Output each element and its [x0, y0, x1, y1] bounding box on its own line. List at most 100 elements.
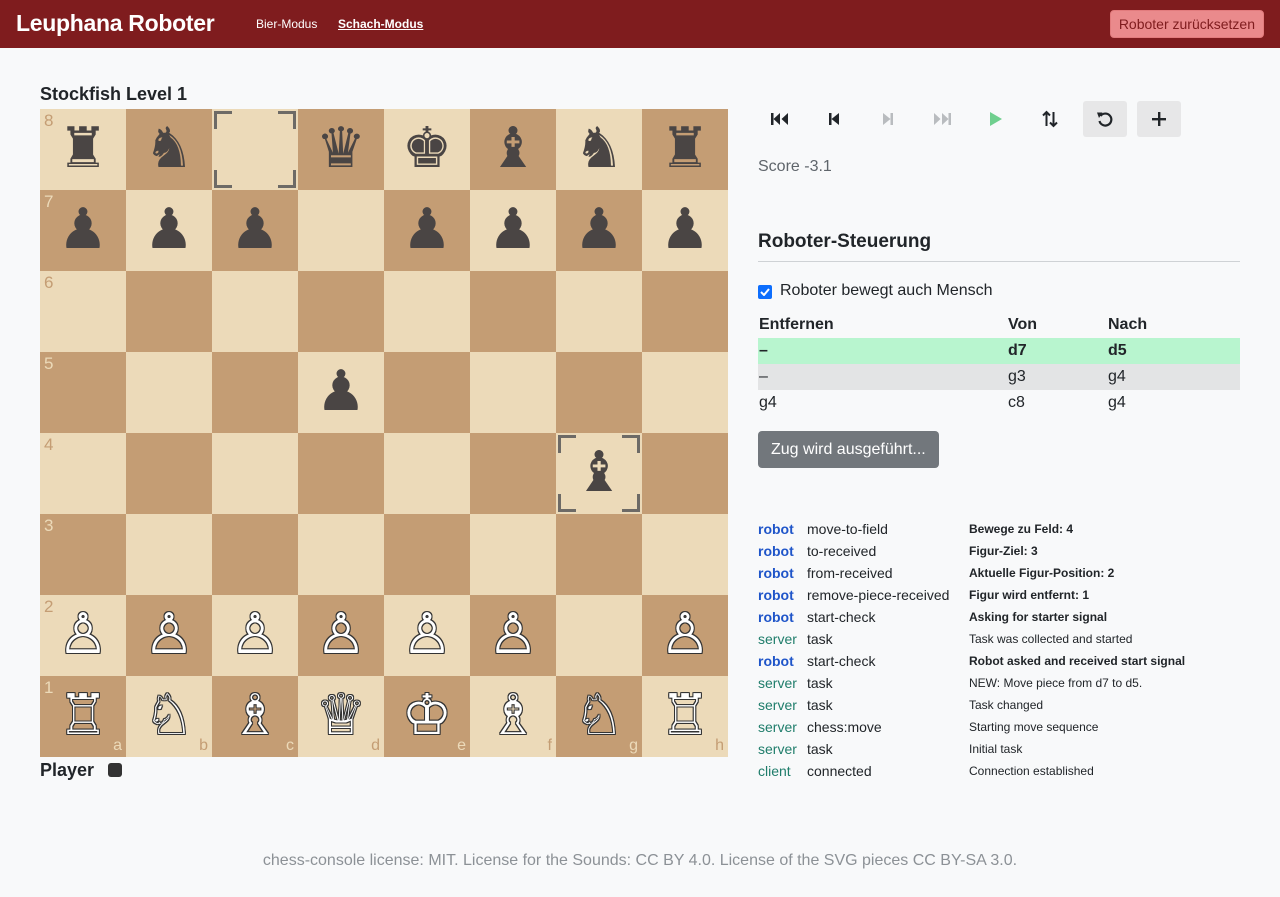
- square-e6[interactable]: [384, 271, 470, 352]
- square-a2[interactable]: 2 ♙: [40, 595, 126, 676]
- square-c7[interactable]: ♟: [212, 190, 298, 271]
- square-e1[interactable]: e ♔: [384, 676, 470, 757]
- reset-robot-button[interactable]: Roboter zurücksetzen: [1109, 10, 1264, 38]
- first-move-button[interactable]: [758, 101, 802, 137]
- white-knight-icon[interactable]: ♘: [569, 686, 629, 746]
- square-c1[interactable]: c ♗: [212, 676, 298, 757]
- white-rook-icon[interactable]: ♖: [53, 686, 113, 746]
- new-game-button[interactable]: [1137, 101, 1181, 137]
- white-pawn-icon[interactable]: ♙: [311, 605, 371, 665]
- square-d2[interactable]: ♙: [298, 595, 384, 676]
- white-pawn-icon[interactable]: ♙: [139, 605, 199, 665]
- flip-board-button[interactable]: [1028, 101, 1072, 137]
- black-pawn-icon[interactable]: ♟: [397, 200, 457, 260]
- autoplay-button[interactable]: [974, 101, 1018, 137]
- black-king-icon[interactable]: ♚: [397, 119, 457, 179]
- square-a4[interactable]: 4: [40, 433, 126, 514]
- square-d8[interactable]: ♛: [298, 109, 384, 190]
- white-pawn-icon[interactable]: ♙: [225, 605, 285, 665]
- square-c6[interactable]: [212, 271, 298, 352]
- white-bishop-icon[interactable]: ♗: [225, 686, 285, 746]
- square-h2[interactable]: ♙: [642, 595, 728, 676]
- square-b7[interactable]: ♟: [126, 190, 212, 271]
- square-e2[interactable]: ♙: [384, 595, 470, 676]
- square-d1[interactable]: d ♕: [298, 676, 384, 757]
- undo-button[interactable]: [1083, 101, 1127, 137]
- white-pawn-icon[interactable]: ♙: [655, 605, 715, 665]
- previous-move-button[interactable]: [812, 101, 856, 137]
- white-knight-icon[interactable]: ♘: [139, 686, 199, 746]
- square-f2[interactable]: ♙: [470, 595, 556, 676]
- black-pawn-icon[interactable]: ♟: [483, 200, 543, 260]
- square-f3[interactable]: [470, 514, 556, 595]
- square-e5[interactable]: [384, 352, 470, 433]
- square-g4[interactable]: ♝: [556, 433, 642, 514]
- square-f4[interactable]: [470, 433, 556, 514]
- brand-title[interactable]: Leuphana Roboter: [16, 10, 215, 37]
- next-move-button[interactable]: [866, 101, 910, 137]
- square-e4[interactable]: [384, 433, 470, 514]
- square-c5[interactable]: [212, 352, 298, 433]
- square-h1[interactable]: h ♖: [642, 676, 728, 757]
- square-b1[interactable]: b ♘: [126, 676, 212, 757]
- square-c3[interactable]: [212, 514, 298, 595]
- robot-moves-human-label[interactable]: Roboter bewegt auch Mensch: [780, 282, 993, 300]
- square-a3[interactable]: 3: [40, 514, 126, 595]
- black-pawn-icon[interactable]: ♟: [139, 200, 199, 260]
- black-pawn-icon[interactable]: ♟: [655, 200, 715, 260]
- white-rook-icon[interactable]: ♖: [655, 686, 715, 746]
- square-g8[interactable]: ♞: [556, 109, 642, 190]
- black-pawn-icon[interactable]: ♟: [225, 200, 285, 260]
- square-f5[interactable]: [470, 352, 556, 433]
- white-queen-icon[interactable]: ♕: [311, 686, 371, 746]
- square-c8[interactable]: [212, 109, 298, 190]
- black-pawn-icon[interactable]: ♟: [311, 362, 371, 422]
- square-h6[interactable]: [642, 271, 728, 352]
- square-d7[interactable]: [298, 190, 384, 271]
- white-bishop-icon[interactable]: ♗: [483, 686, 543, 746]
- square-f6[interactable]: [470, 271, 556, 352]
- square-h4[interactable]: [642, 433, 728, 514]
- square-d3[interactable]: [298, 514, 384, 595]
- nav-link-bier-modus[interactable]: Bier-Modus: [256, 17, 317, 31]
- square-f8[interactable]: ♝: [470, 109, 556, 190]
- square-b5[interactable]: [126, 352, 212, 433]
- square-g1[interactable]: g ♘: [556, 676, 642, 757]
- black-knight-icon[interactable]: ♞: [139, 119, 199, 179]
- square-h3[interactable]: [642, 514, 728, 595]
- black-bishop-icon[interactable]: ♝: [483, 119, 543, 179]
- square-g6[interactable]: [556, 271, 642, 352]
- square-c4[interactable]: [212, 433, 298, 514]
- square-a8[interactable]: 8 ♜: [40, 109, 126, 190]
- square-a6[interactable]: 6: [40, 271, 126, 352]
- white-pawn-icon[interactable]: ♙: [53, 605, 113, 665]
- square-c2[interactable]: ♙: [212, 595, 298, 676]
- square-g7[interactable]: ♟: [556, 190, 642, 271]
- square-b2[interactable]: ♙: [126, 595, 212, 676]
- square-g5[interactable]: [556, 352, 642, 433]
- square-h7[interactable]: ♟: [642, 190, 728, 271]
- square-d5[interactable]: ♟: [298, 352, 384, 433]
- square-e7[interactable]: ♟: [384, 190, 470, 271]
- square-b3[interactable]: [126, 514, 212, 595]
- chess-board[interactable]: 8 ♜ ♞ ♛ ♚ ♝ ♞ ♜ 7 ♟ ♟ ♟ ♟ ♟ ♟ ♟ 6 5 ♟ 4 ♝ 3 2 ♙ ♙ ♙ ♙ ♙ ♙ ♙ 1 a ♖ b ♘ c ♗ d ♕ e…: [40, 109, 728, 757]
- black-knight-icon[interactable]: ♞: [569, 119, 629, 179]
- black-bishop-icon[interactable]: ♝: [569, 443, 629, 503]
- square-f1[interactable]: f ♗: [470, 676, 556, 757]
- square-a7[interactable]: 7 ♟: [40, 190, 126, 271]
- black-rook-icon[interactable]: ♜: [655, 119, 715, 179]
- white-king-icon[interactable]: ♔: [397, 686, 457, 746]
- square-h8[interactable]: ♜: [642, 109, 728, 190]
- nav-link-schach-modus[interactable]: Schach-Modus: [338, 17, 423, 31]
- square-b8[interactable]: ♞: [126, 109, 212, 190]
- black-pawn-icon[interactable]: ♟: [53, 200, 113, 260]
- square-f7[interactable]: ♟: [470, 190, 556, 271]
- square-a5[interactable]: 5: [40, 352, 126, 433]
- white-pawn-icon[interactable]: ♙: [483, 605, 543, 665]
- square-d4[interactable]: [298, 433, 384, 514]
- square-b4[interactable]: [126, 433, 212, 514]
- last-move-button[interactable]: [920, 101, 964, 137]
- black-queen-icon[interactable]: ♛: [311, 119, 371, 179]
- square-b6[interactable]: [126, 271, 212, 352]
- execute-move-button[interactable]: Zug wird ausgeführt...: [758, 431, 939, 468]
